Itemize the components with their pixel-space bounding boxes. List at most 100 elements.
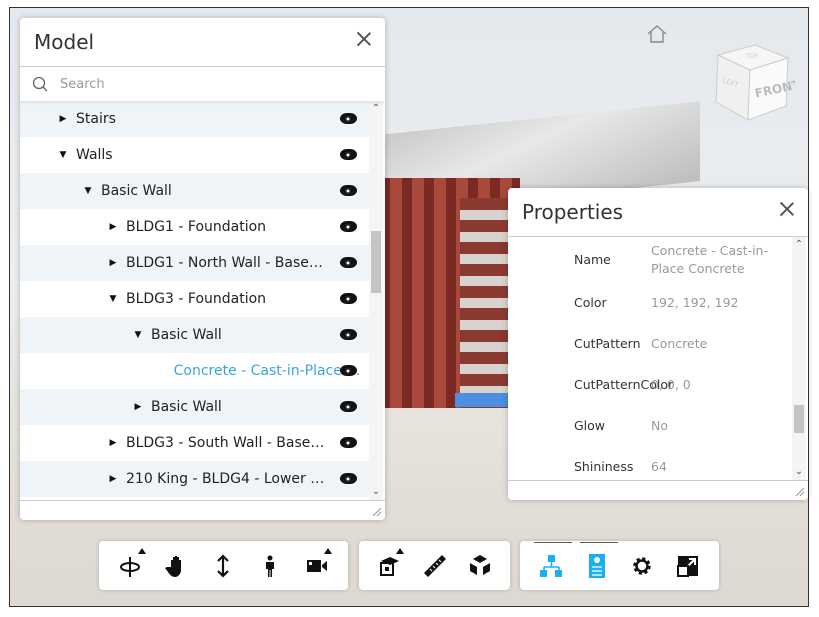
properties-button[interactable] xyxy=(574,541,620,586)
visibility-eye-icon[interactable] xyxy=(340,293,357,304)
property-value: 192, 192, 192 xyxy=(651,294,739,310)
pan-icon xyxy=(164,555,181,577)
tools-toolbar xyxy=(359,541,510,590)
visibility-eye-icon[interactable] xyxy=(340,185,357,196)
tree-item[interactable]: ▶ BLDG3 - South Wall - BaseStone xyxy=(20,425,369,461)
tree-item-label: BLDG1 - Foundation xyxy=(126,219,267,235)
zoom-button[interactable] xyxy=(200,546,247,586)
visibility-eye-icon[interactable] xyxy=(340,329,357,340)
tree-item-label: Stairs xyxy=(76,111,116,127)
caret-down-icon[interactable]: ▼ xyxy=(56,150,70,160)
settings-toolbar xyxy=(520,541,719,590)
model-browser-panel: Model ▶ Stairs ▼ Walls ▼ Basic Wall ▶ BLDG1 - F… xyxy=(20,18,385,520)
measure-icon xyxy=(423,554,446,577)
property-value: No xyxy=(651,417,668,433)
property-value: 64 xyxy=(651,458,667,474)
properties-icon xyxy=(588,553,605,578)
first-person-icon xyxy=(266,555,275,577)
panel-title: Properties xyxy=(522,200,624,224)
scroll-up-icon[interactable]: ⌃ xyxy=(794,239,804,250)
tree-item[interactable]: ▶ Stairs xyxy=(20,101,369,137)
caret-down-icon[interactable]: ▼ xyxy=(81,186,95,196)
pan-button[interactable] xyxy=(154,546,201,586)
tree-item[interactable]: ▶ 210 King - BLDG4 - Lower Facade xyxy=(20,461,369,497)
measure-button[interactable] xyxy=(412,546,457,586)
viewcube-top-label: TOP xyxy=(745,53,758,60)
tree-scrollbar[interactable]: ⌃ ⌄ xyxy=(369,101,383,501)
visibility-eye-icon[interactable] xyxy=(340,401,357,412)
first-person-button[interactable] xyxy=(247,546,294,586)
caret-down-icon[interactable]: ▼ xyxy=(131,330,145,340)
fullscreen-icon xyxy=(677,555,699,577)
property-key: Name xyxy=(574,252,611,267)
tree-item[interactable]: ▼ BLDG3 - Foundation xyxy=(20,281,369,317)
camera-button[interactable] xyxy=(293,546,340,586)
tree-item[interactable]: Concrete - Cast-in-Place Concrete xyxy=(20,353,369,389)
tree-item-label: Walls xyxy=(76,147,113,163)
tree-item-label: Basic Wall xyxy=(151,327,222,343)
property-key: Shininess xyxy=(574,459,634,474)
camera-icon xyxy=(306,559,327,572)
caret-right-icon[interactable]: ▶ xyxy=(106,222,120,232)
settings-button[interactable] xyxy=(620,546,666,586)
scroll-down-icon[interactable]: ⌄ xyxy=(794,466,804,477)
property-row: CutPattern Concrete xyxy=(508,323,792,364)
scrollbar-thumb[interactable] xyxy=(794,405,804,433)
section-button[interactable] xyxy=(367,546,412,586)
property-key: Color xyxy=(574,295,607,310)
visibility-eye-icon[interactable] xyxy=(340,257,357,268)
fullscreen-button[interactable] xyxy=(665,546,711,586)
visibility-eye-icon[interactable] xyxy=(340,365,357,376)
visibility-eye-icon[interactable] xyxy=(340,113,357,124)
property-key: CutPattern xyxy=(574,336,641,351)
tree-item[interactable]: ▶ BLDG1 - Foundation xyxy=(20,209,369,245)
caret-right-icon[interactable]: ▶ xyxy=(131,402,145,412)
viewcube[interactable]: FRONT LEFT TOP xyxy=(710,40,795,125)
panel-footer xyxy=(20,500,385,520)
zoom-icon xyxy=(217,553,230,578)
properties-list: Name Concrete - Cast-in-Place Concrete Col… xyxy=(508,237,792,481)
visibility-eye-icon[interactable] xyxy=(340,221,357,232)
close-icon[interactable] xyxy=(357,32,371,46)
tree-item[interactable]: ▼ Basic Wall xyxy=(20,317,369,353)
search-input[interactable] xyxy=(60,76,340,92)
section-icon xyxy=(379,556,399,576)
caret-right-icon[interactable]: ▶ xyxy=(56,114,70,124)
visibility-eye-icon[interactable] xyxy=(340,473,357,484)
tree-item-label: Basic Wall xyxy=(151,399,222,415)
properties-scrollbar[interactable]: ⌃ ⌄ xyxy=(792,237,806,481)
model-tree: ▶ Stairs ▼ Walls ▼ Basic Wall ▶ BLDG1 - Foundat… xyxy=(20,101,369,501)
caret-down-icon[interactable]: ▼ xyxy=(106,294,120,304)
resize-handle-icon[interactable] xyxy=(373,508,381,516)
caret-right-icon[interactable]: ▶ xyxy=(106,474,120,484)
property-key: Glow xyxy=(574,418,606,433)
panel-title: Model xyxy=(34,30,95,54)
property-row: CutPatternColor 0, 0, 0 xyxy=(508,364,792,405)
close-icon[interactable] xyxy=(780,202,794,216)
scroll-up-icon[interactable]: ⌃ xyxy=(371,103,381,114)
visibility-eye-icon[interactable] xyxy=(340,149,357,160)
tree-item[interactable]: ▶ BLDG1 - North Wall - BaseStone xyxy=(20,245,369,281)
panel-footer xyxy=(508,480,808,500)
property-value: Concrete - Cast-in-Place Concrete xyxy=(651,242,768,276)
properties-panel: Properties Name Concrete - Cast-in-Place … xyxy=(508,188,808,500)
scroll-down-icon[interactable]: ⌄ xyxy=(371,486,381,497)
settings-icon xyxy=(633,556,652,575)
orbit-button[interactable] xyxy=(107,546,154,586)
property-value: Concrete xyxy=(651,335,708,351)
resize-handle-icon[interactable] xyxy=(796,488,804,496)
home-icon[interactable] xyxy=(646,24,668,44)
property-value: 0, 0, 0 xyxy=(651,376,691,392)
tree-item-label: 210 King - BLDG4 - Lower Facade xyxy=(126,471,326,487)
caret-right-icon[interactable]: ▶ xyxy=(106,258,120,268)
tree-item[interactable]: ▶ Basic Wall xyxy=(20,389,369,425)
scrollbar-thumb[interactable] xyxy=(371,231,381,293)
tree-item[interactable]: ▼ Basic Wall xyxy=(20,173,369,209)
tree-item[interactable]: ▼ Walls xyxy=(20,137,369,173)
tree-item-label: BLDG1 - North Wall - BaseStone xyxy=(126,255,326,271)
visibility-eye-icon[interactable] xyxy=(340,437,357,448)
search-bar xyxy=(20,67,385,101)
explode-button[interactable] xyxy=(457,546,502,586)
caret-right-icon[interactable]: ▶ xyxy=(106,438,120,448)
model-browser-button[interactable] xyxy=(528,541,574,586)
